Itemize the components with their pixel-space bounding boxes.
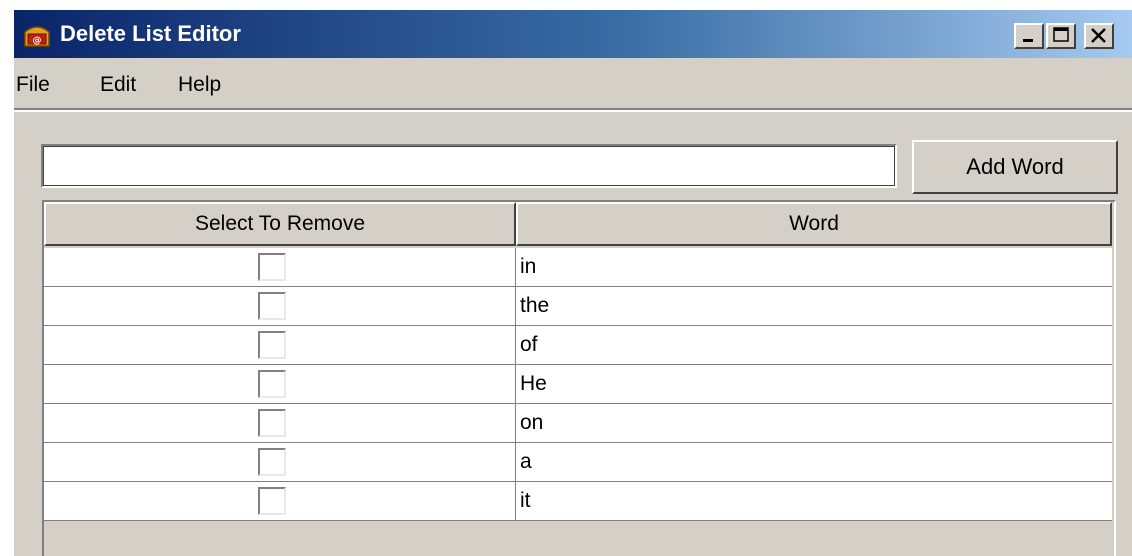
word-cell[interactable]: a — [516, 443, 1112, 481]
remove-checkbox[interactable] — [258, 487, 286, 515]
add-word-button[interactable]: Add Word — [912, 140, 1118, 194]
window-title: Delete List Editor — [60, 21, 241, 46]
close-icon — [1091, 28, 1106, 43]
table-row: He — [44, 365, 1112, 404]
word-cell[interactable]: in — [516, 248, 1112, 286]
word-cell[interactable]: on — [516, 404, 1112, 442]
table-body: in the of He on a it — [44, 248, 1112, 521]
app-icon: @ — [24, 26, 50, 47]
menu-edit[interactable]: Edit — [100, 72, 136, 98]
menu-bar: File Edit Help — [14, 60, 1132, 110]
table-row: a — [44, 443, 1112, 482]
menu-help[interactable]: Help — [178, 72, 221, 98]
title-bar[interactable]: @ Delete List Editor — [14, 10, 1132, 58]
remove-checkbox[interactable] — [258, 448, 286, 476]
remove-checkbox[interactable] — [258, 370, 286, 398]
minimize-button[interactable] — [1014, 23, 1044, 49]
remove-checkbox[interactable] — [258, 331, 286, 359]
column-header-word[interactable]: Word — [516, 202, 1112, 246]
word-cell[interactable]: the — [516, 287, 1112, 325]
table-row: of — [44, 326, 1112, 365]
maximize-button[interactable] — [1046, 23, 1076, 49]
select-cell — [44, 248, 516, 286]
column-header-select-to-remove[interactable]: Select To Remove — [44, 202, 516, 246]
table-row: on — [44, 404, 1112, 443]
select-cell — [44, 404, 516, 442]
table-row: it — [44, 482, 1112, 521]
word-table: Select To Remove Word in the of He on a … — [42, 200, 1116, 556]
close-button[interactable] — [1084, 23, 1114, 49]
svg-text:@: @ — [33, 36, 42, 46]
select-cell — [44, 482, 516, 520]
word-cell[interactable]: of — [516, 326, 1112, 364]
word-cell[interactable]: He — [516, 365, 1112, 403]
remove-checkbox[interactable] — [258, 253, 286, 281]
maximize-icon — [1053, 27, 1069, 42]
select-cell — [44, 326, 516, 364]
table-row: the — [44, 287, 1112, 326]
minimize-icon — [1023, 39, 1033, 42]
select-cell — [44, 365, 516, 403]
select-cell — [44, 287, 516, 325]
menu-file[interactable]: File — [16, 72, 50, 98]
table-row: in — [44, 248, 1112, 287]
delete-list-editor-window: @ Delete List Editor File Edit Help Add … — [14, 10, 1132, 556]
word-cell[interactable]: it — [516, 482, 1112, 520]
select-cell — [44, 443, 516, 481]
remove-checkbox[interactable] — [258, 409, 286, 437]
remove-checkbox[interactable] — [258, 292, 286, 320]
table-header: Select To Remove Word — [44, 202, 1112, 246]
word-input[interactable] — [41, 144, 897, 188]
